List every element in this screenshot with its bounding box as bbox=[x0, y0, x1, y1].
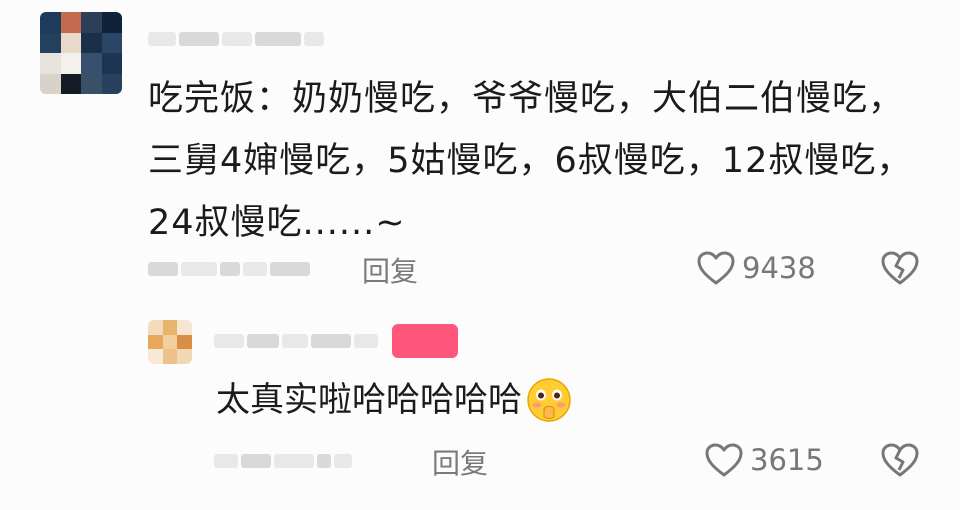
dislike-control[interactable] bbox=[880, 250, 920, 286]
reply-dislike-control[interactable] bbox=[880, 442, 920, 478]
heart-outline-icon[interactable] bbox=[704, 442, 744, 478]
blushing-face-emoji bbox=[526, 377, 572, 423]
reply-text: 太真实啦哈哈哈哈哈 bbox=[216, 380, 522, 420]
broken-heart-icon[interactable] bbox=[880, 250, 920, 286]
reply-text-row: 太真实啦哈哈哈哈哈 bbox=[216, 372, 572, 428]
like-count: 3615 bbox=[750, 443, 824, 477]
like-count: 9438 bbox=[742, 251, 816, 285]
reply-button[interactable]: 回复 bbox=[432, 442, 488, 482]
heart-outline-icon[interactable] bbox=[696, 250, 736, 286]
timestamp-blurred bbox=[148, 258, 328, 280]
avatar[interactable] bbox=[40, 12, 122, 94]
comment-text: 吃完饭：奶奶慢吃，爷爷慢吃，大伯二伯慢吃，三舅4婶慢吃，5姑慢吃，6叔慢吃，12… bbox=[148, 79, 913, 243]
reply-timestamp-blurred bbox=[214, 450, 394, 472]
username-blurred[interactable] bbox=[148, 28, 328, 50]
reply-avatar[interactable] bbox=[148, 320, 192, 364]
broken-heart-icon[interactable] bbox=[880, 442, 920, 478]
author-badge bbox=[392, 324, 458, 358]
like-control[interactable]: 9438 bbox=[696, 250, 816, 286]
reply-button[interactable]: 回复 bbox=[362, 250, 418, 290]
reply-username-blurred[interactable] bbox=[214, 330, 384, 352]
reply-like-control[interactable]: 3615 bbox=[704, 442, 824, 478]
